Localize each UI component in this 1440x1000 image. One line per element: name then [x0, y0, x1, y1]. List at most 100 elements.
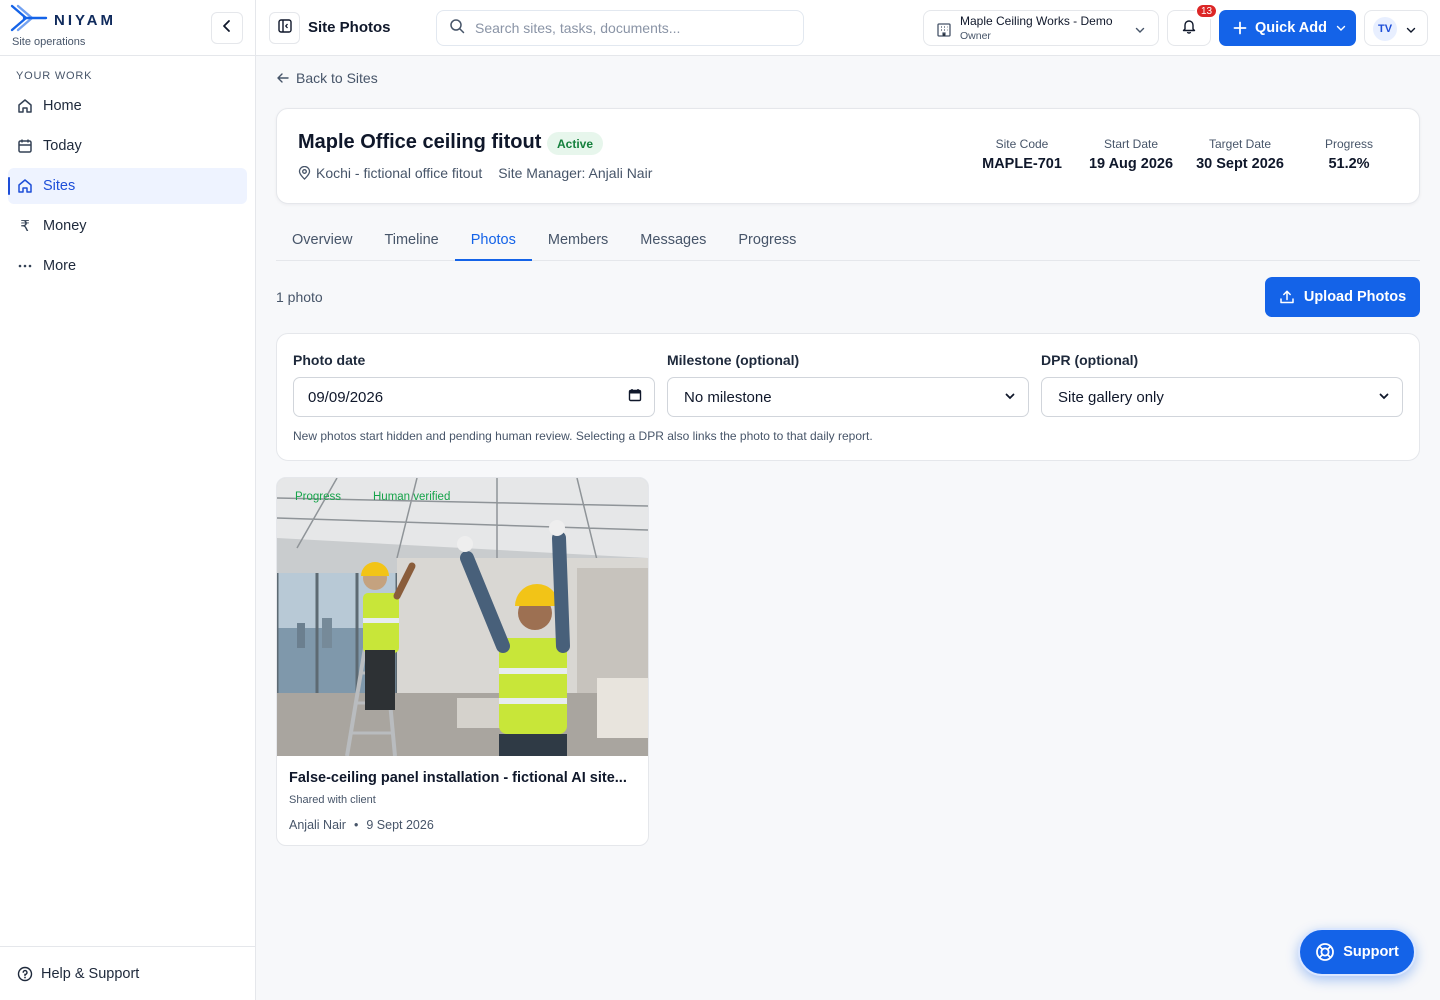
photo-tag: Human verified [373, 491, 451, 503]
support-label: Support [1343, 944, 1399, 960]
brand-subtitle: Site operations [12, 36, 86, 48]
photo-count: 1 photo [276, 289, 323, 305]
dpr-select[interactable]: Site gallery only [1041, 377, 1403, 417]
chevron-down-icon [1134, 23, 1146, 41]
milestone-label: Milestone (optional) [667, 352, 800, 368]
user-menu-button[interactable]: TV [1364, 10, 1428, 46]
site-stats: Site Code MAPLE-701 Start Date 19 Aug 20… [972, 137, 1399, 172]
rupee-icon: ₹ [20, 218, 30, 235]
map-pin-icon [298, 166, 311, 180]
site-meta: Kochi - fictional office fitout Site Man… [298, 165, 652, 181]
milestone-select[interactable]: No milestone [667, 377, 1029, 417]
sidebar-nav: Home Today Sites ₹ Money More [8, 88, 247, 288]
search-input[interactable] [475, 20, 775, 36]
upload-label: Upload Photos [1303, 289, 1407, 305]
sidebar-item-sites[interactable]: Sites [8, 168, 247, 204]
photo-date-value: 09/09/2026 [308, 388, 384, 406]
back-label: Back to Sites [296, 70, 378, 86]
search-icon [449, 18, 465, 39]
arrow-left-icon [276, 71, 290, 85]
organization-name: Maple Ceiling Works - Demo [960, 14, 1113, 28]
chevron-down-icon [1335, 22, 1347, 34]
photo-date-label: Photo date [293, 352, 366, 368]
main-content: Back to Sites Maple Office ceiling fitou… [256, 56, 1440, 1000]
sidebar-item-more[interactable]: More [8, 248, 247, 284]
site-tabs: Overview Timeline Photos Members Message… [276, 220, 1420, 261]
photo-author: Anjali Nair [289, 818, 346, 832]
calendar-icon [628, 388, 642, 406]
photo-meta: Anjali Nair • 9 Sept 2026 [289, 818, 434, 832]
collapse-sidebar-button[interactable] [211, 12, 243, 44]
topbar: Site Photos Maple Ceiling Works - Demo O… [256, 0, 1440, 56]
organization-switcher[interactable]: Maple Ceiling Works - Demo Owner [923, 10, 1159, 46]
niyam-logo-icon [10, 4, 48, 37]
photo-visibility: Shared with client [289, 794, 376, 806]
stat-value: 51.2% [1328, 156, 1370, 172]
stat-label: Progress [1324, 137, 1374, 151]
stat-site-code: Site Code MAPLE-701 [972, 137, 1072, 172]
chevron-left-icon [220, 19, 234, 38]
bell-icon [1181, 18, 1197, 39]
tab-progress[interactable]: Progress [722, 220, 812, 260]
chevron-down-icon [1405, 23, 1417, 41]
site-location: Kochi - fictional office fitout [316, 165, 483, 181]
photo-title: False-ceiling panel installation - ficti… [289, 770, 627, 786]
quick-add-label: Quick Add [1255, 20, 1327, 36]
dpr-label: DPR (optional) [1041, 352, 1139, 368]
tab-messages[interactable]: Messages [624, 220, 722, 260]
more-horizontal-icon [17, 258, 33, 274]
home-icon [17, 178, 33, 194]
life-buoy-icon [1315, 942, 1335, 962]
notification-count-badge: 13 [1195, 3, 1219, 19]
brand-logo[interactable]: NIYAM [10, 4, 116, 37]
site-photo[interactable]: Progress Human verified [277, 478, 648, 756]
back-to-sites-link[interactable]: Back to Sites [276, 70, 378, 86]
tab-timeline[interactable]: Timeline [368, 220, 454, 260]
upload-photos-button[interactable]: Upload Photos [1265, 277, 1420, 317]
support-button[interactable]: Support [1298, 928, 1416, 976]
separator-dot: • [353, 818, 359, 832]
photo-tag: Progress [295, 491, 342, 503]
stat-target-date: Target Date 30 Sept 2026 [1190, 137, 1290, 172]
stat-label: Site Code [995, 137, 1049, 151]
section-label: YOUR WORK [16, 70, 93, 82]
stat-value: 30 Sept 2026 [1196, 156, 1284, 172]
quick-add-button[interactable]: Quick Add [1219, 10, 1356, 46]
sidebar-item-home[interactable]: Home [8, 88, 247, 124]
avatar: TV [1373, 17, 1397, 41]
stat-start-date: Start Date 19 Aug 2026 [1081, 137, 1181, 172]
upload-note: New photos start hidden and pending huma… [293, 429, 873, 443]
help-circle-icon [17, 966, 33, 982]
photo-date: 9 Sept 2026 [366, 818, 434, 832]
tab-overview[interactable]: Overview [276, 220, 368, 260]
help-support-link[interactable]: Help & Support [0, 946, 256, 1000]
tab-photos[interactable]: Photos [454, 220, 533, 261]
sidebar-item-label: Home [43, 98, 82, 114]
search-box[interactable] [436, 10, 804, 46]
stat-progress: Progress 51.2% [1299, 137, 1399, 172]
help-label: Help & Support [41, 965, 140, 982]
sidebar-item-label: Today [43, 138, 82, 154]
photo-date-input[interactable]: 09/09/2026 [293, 377, 655, 417]
page-title: Site Photos [308, 19, 391, 36]
milestone-value: No milestone [684, 388, 772, 406]
sidebar-item-money[interactable]: ₹ Money [8, 208, 247, 244]
brand: NIYAM Site operations [0, 0, 255, 56]
brand-name: NIYAM [54, 12, 116, 29]
upload-icon [1279, 289, 1295, 305]
building-icon [936, 21, 952, 42]
site-header-card: Maple Office ceiling fitout Active Kochi… [276, 108, 1420, 204]
panel-left-icon [277, 18, 292, 38]
photo-card[interactable]: Progress Human verified False-ceiling pa… [276, 477, 649, 846]
sidebar-item-today[interactable]: Today [8, 128, 247, 164]
chevron-down-icon [1378, 389, 1390, 406]
photo-date-group: Photo date 09/09/2026 [293, 352, 655, 417]
sidebar-item-label: Sites [43, 178, 76, 194]
calendar-icon [17, 138, 33, 154]
dpr-value: Site gallery only [1058, 388, 1164, 406]
home-icon [17, 98, 33, 114]
sidebar-item-label: More [43, 258, 77, 274]
tab-members[interactable]: Members [532, 220, 624, 260]
milestone-group: Milestone (optional) No milestone [667, 352, 1029, 417]
toggle-sidebar-button[interactable] [269, 12, 300, 44]
